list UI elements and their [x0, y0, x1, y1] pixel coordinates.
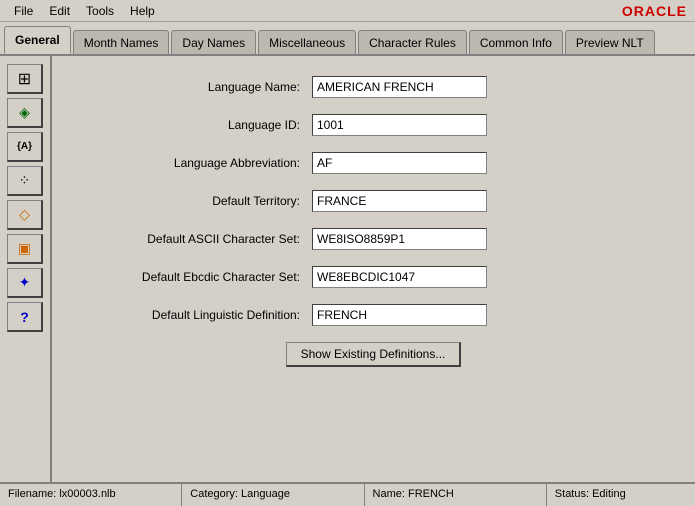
- tab-preview-nlt[interactable]: Preview NLT: [565, 30, 655, 54]
- input-language-name[interactable]: [312, 76, 487, 98]
- sidebar-btn-grid[interactable]: ▣: [7, 234, 43, 264]
- sidebar-btn-star[interactable]: ✦: [7, 268, 43, 298]
- menu-edit[interactable]: Edit: [41, 2, 78, 20]
- tabbar: General Month Names Day Names Miscellane…: [0, 22, 695, 54]
- input-language-abbreviation[interactable]: [312, 152, 487, 174]
- new-icon: ⊞: [18, 69, 31, 89]
- star-icon: ✦: [19, 274, 31, 291]
- help-icon: ?: [20, 309, 29, 325]
- tab-general[interactable]: General: [4, 26, 71, 54]
- main-area: ⊞ ◈ {A} ⁘ ◇ ▣ ✦ ? Language Name: Lang: [0, 54, 695, 482]
- input-ascii-charset[interactable]: [312, 228, 487, 250]
- sidebar-btn-new[interactable]: ⊞: [7, 64, 43, 94]
- field-row-language-abbreviation: Language Abbreviation:: [92, 152, 655, 174]
- status-editing: Status: Editing: [547, 484, 695, 506]
- content-area: Language Name: Language ID: Language Abb…: [52, 56, 695, 482]
- sidebar-btn-help[interactable]: ?: [7, 302, 43, 332]
- field-row-ascii-charset: Default ASCII Character Set:: [92, 228, 655, 250]
- input-linguistic[interactable]: [312, 304, 487, 326]
- grid-icon: ▣: [18, 240, 31, 257]
- shape-icon: ◇: [19, 206, 30, 223]
- label-language-abbreviation: Language Abbreviation:: [92, 156, 312, 170]
- status-category: Category: Language: [182, 484, 364, 506]
- label-ebcdic-charset: Default Ebcdic Character Set:: [92, 270, 312, 284]
- status-filename: Filename: lx00003.nlb: [0, 484, 182, 506]
- tab-common-info[interactable]: Common Info: [469, 30, 563, 54]
- tab-miscellaneous[interactable]: Miscellaneous: [258, 30, 356, 54]
- label-ascii-charset: Default ASCII Character Set:: [92, 232, 312, 246]
- diamond-icon: ◈: [19, 104, 30, 121]
- field-row-linguistic: Default Linguistic Definition:: [92, 304, 655, 326]
- input-default-territory[interactable]: [312, 190, 487, 212]
- sidebar-btn-shape[interactable]: ◇: [7, 200, 43, 230]
- text-icon: {A}: [17, 141, 32, 152]
- field-row-default-territory: Default Territory:: [92, 190, 655, 212]
- field-row-ebcdic-charset: Default Ebcdic Character Set:: [92, 266, 655, 288]
- input-language-id[interactable]: [312, 114, 487, 136]
- field-row-language-id: Language ID:: [92, 114, 655, 136]
- statusbar: Filename: lx00003.nlb Category: Language…: [0, 482, 695, 506]
- tab-character-rules[interactable]: Character Rules: [358, 30, 467, 54]
- oracle-logo: ORACLE: [622, 3, 687, 19]
- label-language-id: Language ID:: [92, 118, 312, 132]
- tab-day-names[interactable]: Day Names: [171, 30, 256, 54]
- menu-file[interactable]: File: [6, 2, 41, 20]
- field-row-language-name: Language Name:: [92, 76, 655, 98]
- status-name: Name: FRENCH: [365, 484, 547, 506]
- sidebar-btn-diamond[interactable]: ◈: [7, 98, 43, 128]
- menubar: File Edit Tools Help ORACLE: [0, 0, 695, 22]
- label-default-territory: Default Territory:: [92, 194, 312, 208]
- input-ebcdic-charset[interactable]: [312, 266, 487, 288]
- sidebar-btn-dots[interactable]: ⁘: [7, 166, 43, 196]
- show-existing-button[interactable]: Show Existing Definitions...: [286, 342, 462, 367]
- tab-month-names[interactable]: Month Names: [73, 30, 170, 54]
- sidebar-btn-text[interactable]: {A}: [7, 132, 43, 162]
- label-language-name: Language Name:: [92, 80, 312, 94]
- sidebar: ⊞ ◈ {A} ⁘ ◇ ▣ ✦ ?: [0, 56, 52, 482]
- dots-icon: ⁘: [19, 172, 31, 189]
- menu-help[interactable]: Help: [122, 2, 163, 20]
- label-linguistic: Default Linguistic Definition:: [92, 308, 312, 322]
- menu-tools[interactable]: Tools: [78, 2, 122, 20]
